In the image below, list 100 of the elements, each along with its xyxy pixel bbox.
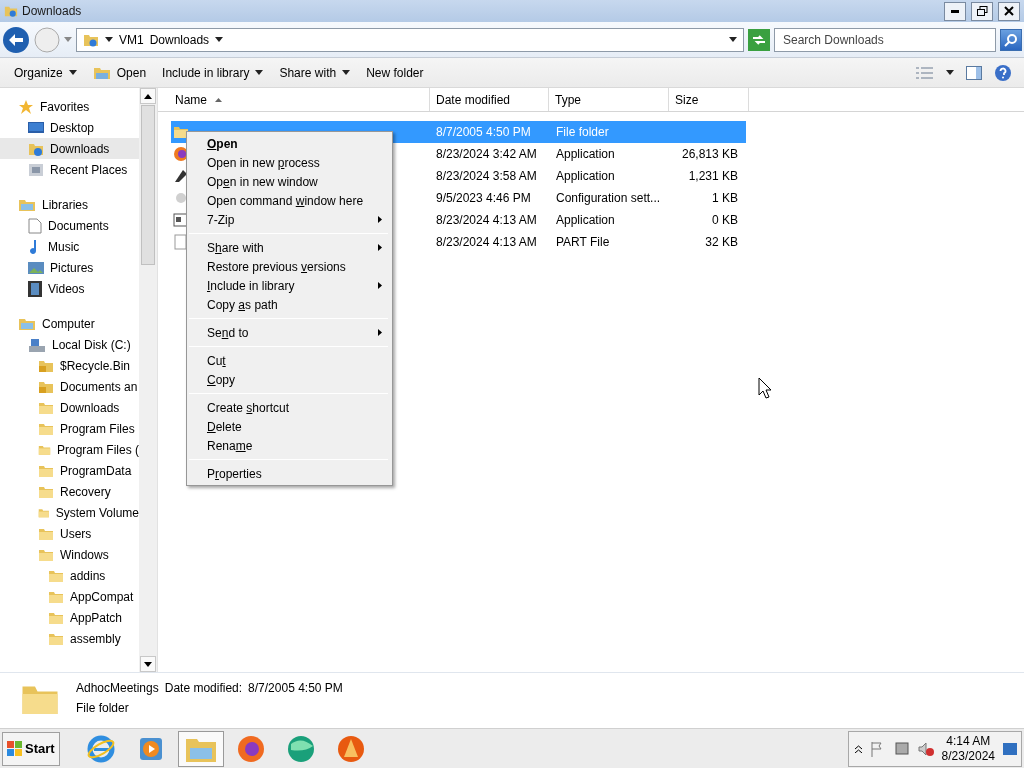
tree-item[interactable]: Pictures bbox=[0, 257, 139, 278]
minimize-icon bbox=[951, 9, 959, 13]
minimize-button[interactable] bbox=[944, 1, 966, 21]
menu-item[interactable]: Copy as path bbox=[189, 295, 390, 314]
start-button[interactable]: Start bbox=[2, 731, 60, 766]
toolbar-button[interactable]: Open bbox=[86, 61, 153, 84]
search-field[interactable]: Search Downloads bbox=[774, 27, 996, 52]
breadcrumb[interactable]: Downloads bbox=[149, 32, 210, 47]
menu-item[interactable]: Cut bbox=[189, 351, 390, 370]
column-header[interactable]: Size bbox=[669, 88, 749, 111]
menu-item[interactable]: Restore previous versions bbox=[189, 257, 390, 276]
tree-item[interactable]: Desktop bbox=[0, 117, 139, 138]
tree-item[interactable]: Users bbox=[0, 523, 139, 544]
refresh-icon[interactable] bbox=[748, 28, 770, 51]
table-cell-text: File folder bbox=[555, 125, 610, 139]
scroll-down-button[interactable] bbox=[140, 656, 156, 672]
tree-item[interactable]: Program Files bbox=[0, 418, 139, 439]
search-button[interactable] bbox=[1000, 28, 1022, 51]
table-cell-text: 0 KB bbox=[711, 213, 739, 227]
breadcrumb[interactable]: VM1 bbox=[119, 32, 144, 47]
desktop-icon bbox=[28, 120, 44, 135]
taskbar-button[interactable] bbox=[177, 730, 224, 767]
tree-item[interactable]: Downloads bbox=[0, 138, 139, 159]
mouse-pointer-icon bbox=[758, 377, 772, 399]
column-header[interactable]: Date modified bbox=[430, 88, 549, 111]
menu-item[interactable]: Send to bbox=[189, 323, 390, 342]
menu-item[interactable]: Open command window here bbox=[189, 191, 390, 210]
menu-item[interactable]: Copy bbox=[189, 370, 390, 389]
picture-icon bbox=[28, 260, 44, 275]
submenu-arrow-icon bbox=[378, 329, 382, 336]
scroll-up-button[interactable] bbox=[140, 88, 156, 104]
table-cell-text: 1 KB bbox=[711, 191, 739, 205]
tree-item[interactable]: $Recycle.Bin bbox=[0, 355, 139, 376]
toolbar-button[interactable]: New folder bbox=[360, 62, 430, 83]
tree-item[interactable]: Windows bbox=[0, 544, 139, 565]
drive-icon bbox=[28, 336, 46, 353]
scrollbar-thumb[interactable] bbox=[141, 105, 155, 265]
caret-icon bbox=[729, 37, 737, 42]
caret-icon bbox=[68, 70, 77, 75]
tree-item[interactable]: Program Files ( bbox=[0, 439, 139, 460]
application-icon bbox=[173, 168, 189, 184]
history-caret-icon[interactable] bbox=[64, 37, 72, 42]
close-button[interactable] bbox=[998, 1, 1020, 21]
restore-button[interactable] bbox=[971, 1, 993, 21]
tree-item[interactable]: Recovery bbox=[0, 481, 139, 502]
speaker-muted-icon[interactable] bbox=[917, 740, 934, 757]
tree-item[interactable]: ProgramData bbox=[0, 460, 139, 481]
menu-item[interactable]: 7-Zip bbox=[189, 210, 390, 229]
chevron-up-icon[interactable] bbox=[854, 744, 862, 753]
search-icon bbox=[1004, 32, 1018, 47]
clock[interactable]: 4:14 AM 8/23/2024 bbox=[941, 733, 995, 764]
restore-icon bbox=[976, 6, 988, 16]
recent-places-icon bbox=[28, 161, 44, 178]
tree-item[interactable]: Local Disk (C:) bbox=[0, 334, 139, 355]
show-desktop-icon[interactable] bbox=[1003, 741, 1017, 756]
menu-item[interactable]: Create shortcut bbox=[189, 398, 390, 417]
tree-item[interactable]: Documents an bbox=[0, 376, 139, 397]
menu-item[interactable]: Open in new process bbox=[189, 153, 390, 172]
table-cell-text: Application bbox=[555, 213, 616, 227]
media-player-icon bbox=[137, 735, 164, 762]
tree-item[interactable]: assembly bbox=[0, 628, 139, 649]
settings-file-icon bbox=[173, 190, 189, 206]
menu-item[interactable]: Include in library bbox=[189, 276, 390, 295]
toolbar-button[interactable]: Include in library bbox=[156, 62, 270, 83]
tree-item[interactable]: Libraries bbox=[0, 194, 139, 215]
tree-item[interactable]: Documents bbox=[0, 215, 139, 236]
menu-item[interactable]: Properties bbox=[189, 464, 390, 483]
tree-item[interactable]: AppCompat bbox=[0, 586, 139, 607]
tree-item[interactable]: addins bbox=[0, 565, 139, 586]
document-icon bbox=[28, 217, 42, 234]
address-field[interactable]: VM1 Downloads bbox=[76, 27, 744, 52]
menu-item[interactable]: Open in new window bbox=[189, 172, 390, 191]
up-arrow-icon bbox=[144, 93, 152, 99]
tree-item[interactable]: Videos bbox=[0, 278, 139, 299]
menu-item[interactable]: Rename bbox=[189, 436, 390, 455]
details-name: AdhocMeetings bbox=[76, 681, 159, 695]
tree-item[interactable]: AppPatch bbox=[0, 607, 139, 628]
table-cell-text: 8/23/2024 4:13 AM bbox=[435, 235, 538, 249]
tree-item[interactable]: Computer bbox=[0, 313, 139, 334]
down-arrow-icon bbox=[144, 661, 152, 667]
tree-item[interactable]: Favorites bbox=[0, 96, 139, 117]
tree-item[interactable]: Recent Places bbox=[0, 159, 139, 180]
tree-item[interactable]: Downloads bbox=[0, 397, 139, 418]
column-header[interactable]: Name bbox=[158, 88, 430, 111]
toolbar-button[interactable]: Organize bbox=[8, 62, 83, 83]
caret-icon bbox=[255, 70, 264, 75]
caret-icon bbox=[105, 37, 113, 42]
toolbar-button[interactable]: Share with bbox=[273, 62, 357, 83]
table-cell-text: 32 KB bbox=[704, 235, 739, 249]
menu-item[interactable]: Delete bbox=[189, 417, 390, 436]
table-cell-text: 8/7/2005 4:50 PM bbox=[435, 125, 532, 139]
tree-item[interactable]: Music bbox=[0, 236, 139, 257]
details-date-label: Date modified: bbox=[164, 681, 243, 695]
sort-arrow-icon bbox=[215, 97, 222, 102]
network-icon[interactable] bbox=[893, 740, 910, 757]
tree-item[interactable]: System Volume bbox=[0, 502, 139, 523]
back-button[interactable] bbox=[2, 25, 30, 54]
star-icon bbox=[18, 98, 34, 115]
menu-item[interactable]: Share with bbox=[189, 238, 390, 257]
column-header[interactable]: Type bbox=[549, 88, 669, 111]
